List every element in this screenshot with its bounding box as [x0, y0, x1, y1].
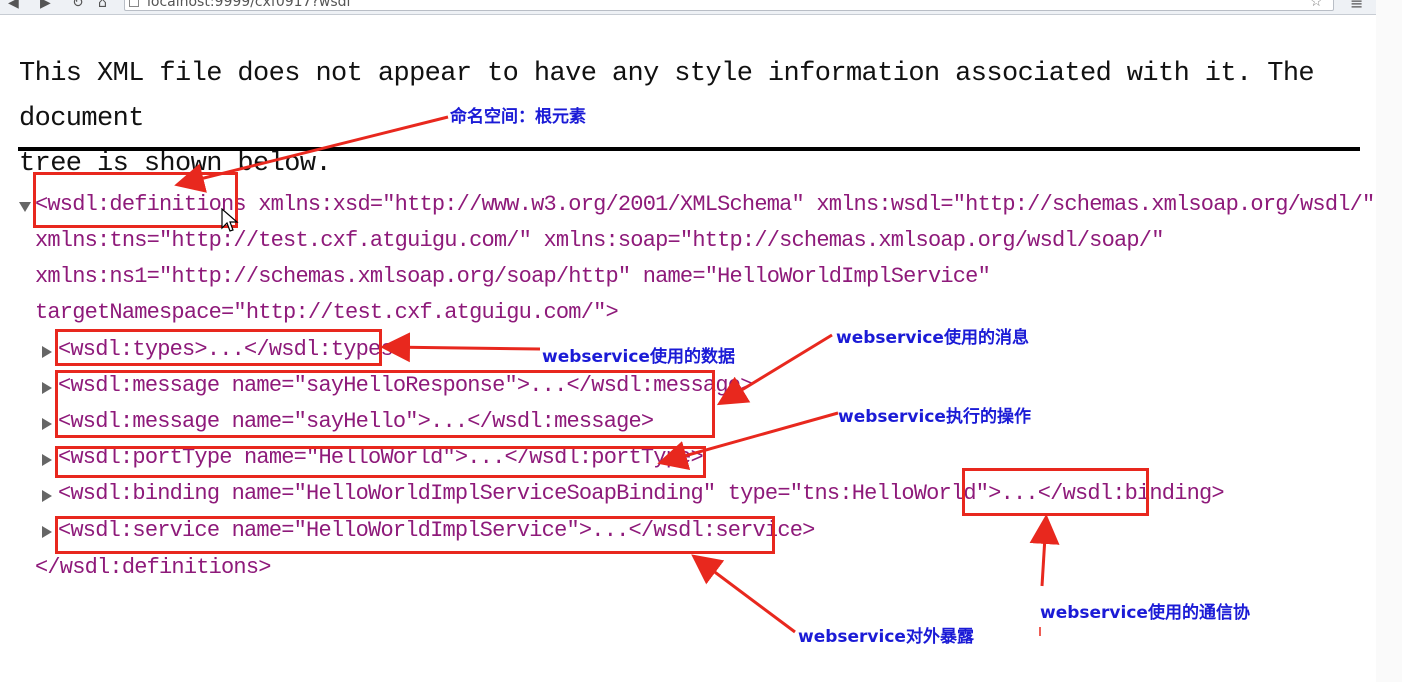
mouse-pointer-icon	[221, 208, 239, 232]
arrow-porttype	[657, 411, 839, 470]
arrow-message	[716, 333, 833, 406]
arrow-binding	[1029, 514, 1060, 587]
label-root-namespace: 命名空间：根元素	[450, 107, 586, 127]
label-service: webservice对外暴露	[798, 627, 974, 647]
label-types: webservice使用的数据	[542, 347, 735, 367]
label-binding: webservice使用的通信协	[1040, 603, 1250, 623]
label-message: webservice使用的消息	[836, 328, 1029, 348]
arrow-types	[380, 332, 541, 363]
arrow-root	[174, 115, 449, 193]
arrow-service	[691, 554, 796, 634]
label-porttype: webservice执行的操作	[838, 407, 1031, 427]
annotation-arrows	[174, 115, 1060, 636]
